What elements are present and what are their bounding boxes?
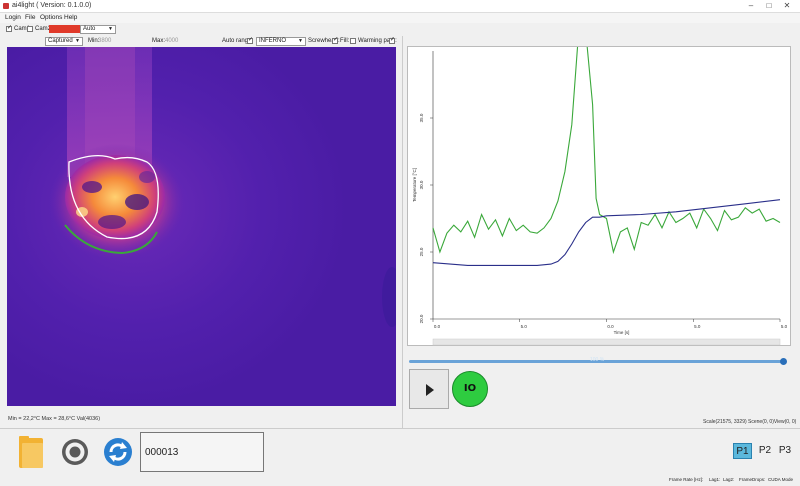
view-toolbar: Captured ▼ Min: 3800 Max: 4000 Auto rang… bbox=[0, 36, 400, 47]
max-label: Max: bbox=[152, 38, 166, 44]
scale-status: Scale(21575, 3329) Scene(0, 0)View(0, 0) bbox=[703, 419, 797, 425]
menu-options[interactable]: Options bbox=[40, 14, 62, 21]
lag1-label: Lag1: bbox=[709, 477, 721, 482]
chevron-down-icon: ▼ bbox=[108, 26, 113, 32]
y-tick-label: 20.0 bbox=[419, 314, 424, 323]
y-tick-label: 35.0 bbox=[419, 113, 424, 122]
series-line-blue bbox=[432, 199, 781, 266]
chevron-down-icon: ▼ bbox=[298, 38, 303, 44]
x-tick-label: 0.0 bbox=[434, 324, 441, 329]
play-button[interactable] bbox=[409, 369, 449, 409]
series-line-green bbox=[432, 30, 781, 255]
menu-login[interactable]: Login bbox=[5, 14, 21, 21]
thermal-camera-view[interactable] bbox=[7, 47, 396, 406]
profile-p1-button[interactable]: P1 bbox=[733, 443, 752, 459]
min-input[interactable]: 3800 bbox=[98, 38, 111, 44]
menu-bar: Login File Options Help bbox=[0, 13, 800, 23]
stop-capture-button[interactable] bbox=[49, 25, 80, 33]
timeline-slider-label: 100 % bbox=[590, 357, 605, 363]
autorange-checkbox[interactable] bbox=[247, 36, 253, 44]
record-icon[interactable] bbox=[60, 437, 90, 467]
x-tick-label: 5.0 bbox=[521, 324, 528, 329]
y-tick-label: 30.0 bbox=[419, 180, 424, 189]
chart-scrollbar bbox=[432, 338, 781, 346]
profile-p2-button[interactable]: P2 bbox=[758, 443, 772, 459]
profile-p3-button[interactable]: P3 bbox=[778, 443, 792, 459]
x-tick-label: 5.0 bbox=[694, 324, 701, 329]
close-button[interactable]: ✕ bbox=[780, 1, 794, 11]
thermal-image bbox=[7, 47, 396, 406]
y-tick-label: 25.0 bbox=[419, 247, 424, 256]
camera-row: Cam1 Cam2 Auto ▼ bbox=[0, 23, 800, 35]
frame-counter: 000013 bbox=[140, 432, 264, 472]
maximize-button[interactable]: □ bbox=[762, 1, 776, 11]
temperature-chart-svg: 20.0 25.0 30.0 35.0 0.0 5.0 0.0 5.0 5.0 Temperatu… bbox=[412, 30, 788, 346]
menu-file[interactable]: File bbox=[25, 14, 35, 21]
palette-select[interactable]: INFERNO ▼ bbox=[256, 37, 306, 46]
frame-counter-value: 000013 bbox=[145, 447, 179, 458]
cam1-checkbox[interactable] bbox=[6, 24, 12, 32]
fill-checkbox[interactable] bbox=[350, 38, 356, 44]
x-axis-label: Time [s] bbox=[614, 330, 630, 335]
mode-select[interactable]: Auto ▼ bbox=[80, 25, 116, 34]
source-select-value: Captured bbox=[48, 38, 73, 44]
chevron-down-icon: ▼ bbox=[75, 38, 80, 44]
mode-label: CUDA Mode bbox=[768, 477, 794, 482]
temperature-status: Min = 22,2°C Max = 28,6°C Val(4036) bbox=[8, 416, 101, 422]
x-tick-label: 5.0 bbox=[781, 324, 788, 329]
x-tick-label: 0.0 bbox=[607, 324, 614, 329]
cam2-checkbox[interactable] bbox=[27, 26, 33, 32]
io-button[interactable]: IO bbox=[452, 371, 488, 407]
temperature-chart[interactable]: 20.0 25.0 30.0 35.0 0.0 5.0 0.0 5.0 5.0 Temperatu… bbox=[407, 30, 791, 346]
title-bar: ai4light ( Version: 0.1.0.0) – □ ✕ bbox=[0, 0, 800, 13]
app-icon bbox=[3, 3, 9, 9]
footer-status-bar: Frame Rate [Hz]: Lag1: Lag2: FrameDrops:… bbox=[0, 474, 800, 486]
menu-help[interactable]: Help bbox=[64, 14, 77, 21]
framerate-label: Frame Rate [Hz]: bbox=[669, 477, 704, 482]
fill-label: Fill: bbox=[340, 38, 350, 44]
y-axis-label: Temperature [°C] bbox=[412, 168, 417, 202]
warming-path-checkbox[interactable] bbox=[389, 36, 395, 44]
folder-icon[interactable] bbox=[18, 435, 44, 469]
minimize-button[interactable]: – bbox=[744, 1, 758, 11]
window-title: ai4light ( Version: 0.1.0.0) bbox=[12, 2, 92, 9]
screwhead-checkbox[interactable] bbox=[332, 36, 338, 44]
timeline-slider-handle[interactable] bbox=[780, 358, 787, 365]
mode-select-value: Auto bbox=[83, 26, 96, 32]
sync-icon[interactable] bbox=[103, 437, 133, 467]
framedrops-label: FrameDrops: bbox=[739, 477, 766, 482]
play-icon bbox=[426, 384, 434, 396]
palette-select-value: INFERNO bbox=[259, 38, 286, 44]
max-input[interactable]: 4000 bbox=[165, 38, 178, 44]
lag2-label: Lag2: bbox=[723, 477, 735, 482]
source-select[interactable]: Captured ▼ bbox=[45, 37, 83, 46]
